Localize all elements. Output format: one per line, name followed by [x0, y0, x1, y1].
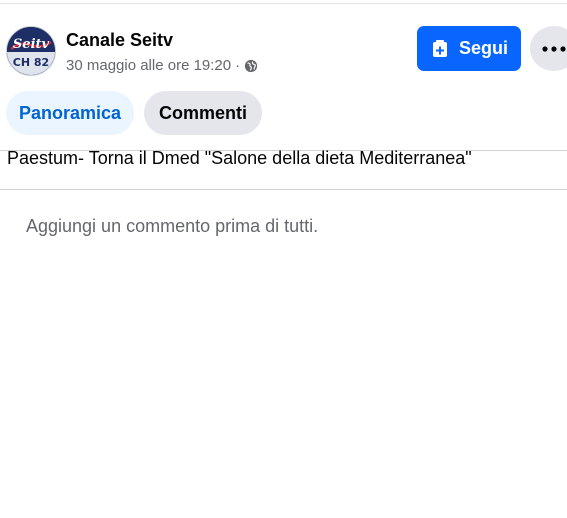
follow-button-label: Segui [458, 38, 508, 58]
page-name[interactable]: Canale Seitv [66, 30, 173, 51]
tab-commenti[interactable]: Commenti [144, 91, 262, 135]
post-timestamp[interactable]: 30 maggio alle ore 19:20 [66, 57, 231, 74]
comments-divider [0, 189, 567, 190]
logo-channel: CH 82 [13, 56, 49, 69]
empty-comments-message: Aggiungi un commento prima di tutti. [26, 216, 319, 236]
meta-separator: · [235, 57, 241, 74]
logo-wordmark: Seitv [13, 37, 50, 52]
globe-icon [245, 59, 258, 72]
avatar[interactable]: Seitv CH 82 [6, 26, 56, 76]
follow-page-icon [432, 39, 447, 57]
tab-panoramica[interactable]: Panoramica [6, 91, 134, 135]
more-options-icon [542, 45, 566, 52]
follow-button[interactable]: Segui [417, 26, 521, 71]
post-meta: 30 maggio alle ore 19:20 · [66, 57, 258, 74]
top-divider [0, 3, 567, 4]
seitv-logo: Seitv CH 82 [7, 27, 55, 75]
post-panel: Seitv CH 82 Canale Seitv 30 maggio alle … [0, 0, 567, 518]
post-text: Paestum- Torna il Dmed "Salone della die… [7, 148, 472, 168]
more-options-button[interactable] [530, 26, 567, 71]
